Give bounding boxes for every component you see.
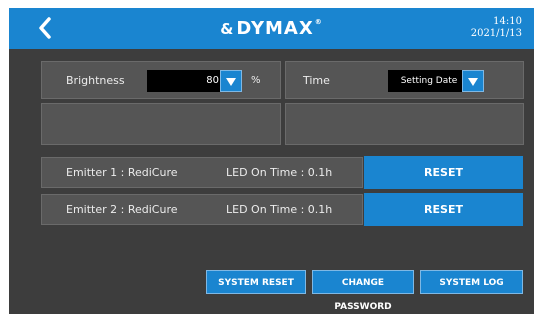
led-on-time: LED On Time : 0.1h <box>226 203 333 216</box>
time-dropdown-button[interactable] <box>462 70 484 92</box>
emitter-label: Emitter 1 : RediCure <box>66 166 178 179</box>
brightness-unit: % <box>251 75 261 86</box>
clock: 14:10 2021/1/13 <box>471 16 522 40</box>
brightness-panel: Brightness 80 % <box>41 61 281 99</box>
time-value[interactable]: Setting Date <box>388 70 470 92</box>
brightness-value[interactable]: 80 <box>147 70 227 92</box>
brightness-dropdown-button[interactable] <box>220 70 242 92</box>
logo-prefix: & <box>220 20 235 38</box>
emitter-1-reset-button[interactable]: RESET <box>364 156 523 189</box>
system-log-button[interactable]: SYSTEM LOG <box>420 270 523 294</box>
empty-panel-left <box>41 103 281 145</box>
settings-screen: & DYMAX® 14:10 2021/1/13 Brightness 80 % … <box>9 8 534 314</box>
empty-panel-right <box>285 103 524 145</box>
emitter-2-reset-button[interactable]: RESET <box>364 193 523 226</box>
led-on-time: LED On Time : 0.1h <box>226 166 333 179</box>
emitter-row: Emitter 1 : RediCure LED On Time : 0.1h <box>41 157 363 188</box>
dropdown-arrow-icon <box>226 78 236 86</box>
emitter-row: Emitter 2 : RediCure LED On Time : 0.1h <box>41 194 363 225</box>
clock-date: 2021/1/13 <box>470 28 522 39</box>
time-label: Time <box>303 74 330 87</box>
system-reset-button[interactable]: SYSTEM RESET <box>206 270 306 294</box>
logo-text: DYMAX <box>236 18 314 39</box>
emitter-label: Emitter 2 : RediCure <box>66 203 178 216</box>
trademark-mark: ® <box>314 18 323 26</box>
time-panel: Time Setting Date <box>285 61 524 99</box>
dropdown-arrow-icon <box>468 78 478 86</box>
dymax-logo: & DYMAX® <box>9 18 534 39</box>
clock-time: 14:10 <box>493 16 522 27</box>
header-bar: & DYMAX® 14:10 2021/1/13 <box>9 8 534 49</box>
brightness-label: Brightness <box>66 74 125 87</box>
change-password-button[interactable]: CHANGE PASSWORD <box>312 270 414 312</box>
